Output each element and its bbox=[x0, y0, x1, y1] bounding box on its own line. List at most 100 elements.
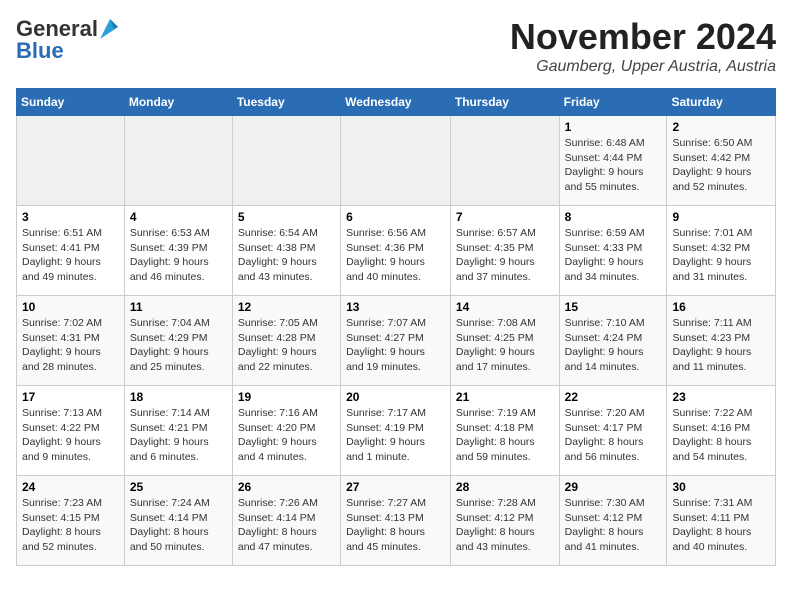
calendar-cell: 8 Sunrise: 6:59 AM Sunset: 4:33 PM Daylig… bbox=[559, 206, 667, 296]
day-info: Sunrise: 7:26 AM Sunset: 4:14 PM Dayligh… bbox=[238, 496, 335, 555]
day-number: 26 bbox=[238, 480, 335, 494]
day-info: Sunrise: 7:19 AM Sunset: 4:18 PM Dayligh… bbox=[456, 406, 554, 465]
calendar-cell: 1 Sunrise: 6:48 AM Sunset: 4:44 PM Daylig… bbox=[559, 116, 667, 206]
calendar-cell: 10 Sunrise: 7:02 AM Sunset: 4:31 PM Dayli… bbox=[17, 296, 125, 386]
calendar-table: SundayMondayTuesdayWednesdayThursdayFrid… bbox=[16, 88, 776, 566]
day-number: 22 bbox=[565, 390, 662, 404]
day-number: 1 bbox=[565, 120, 662, 134]
title-block: November 2024 Gaumberg, Upper Austria, A… bbox=[510, 16, 776, 76]
day-info: Sunrise: 7:11 AM Sunset: 4:23 PM Dayligh… bbox=[672, 316, 770, 375]
calendar-cell: 21 Sunrise: 7:19 AM Sunset: 4:18 PM Dayli… bbox=[450, 386, 559, 476]
calendar-cell: 22 Sunrise: 7:20 AM Sunset: 4:17 PM Dayli… bbox=[559, 386, 667, 476]
day-number: 5 bbox=[238, 210, 335, 224]
day-info: Sunrise: 6:51 AM Sunset: 4:41 PM Dayligh… bbox=[22, 226, 119, 285]
calendar-cell bbox=[232, 116, 340, 206]
day-number: 8 bbox=[565, 210, 662, 224]
day-number: 18 bbox=[130, 390, 227, 404]
header-saturday: Saturday bbox=[667, 89, 776, 116]
day-number: 4 bbox=[130, 210, 227, 224]
day-number: 23 bbox=[672, 390, 770, 404]
day-number: 14 bbox=[456, 300, 554, 314]
calendar-cell: 18 Sunrise: 7:14 AM Sunset: 4:21 PM Dayli… bbox=[124, 386, 232, 476]
month-title: November 2024 bbox=[510, 16, 776, 58]
day-number: 3 bbox=[22, 210, 119, 224]
calendar-cell: 9Sunrise: 7:01 AM Sunset: 4:32 PM Daylig… bbox=[667, 206, 776, 296]
header-row: SundayMondayTuesdayWednesdayThursdayFrid… bbox=[17, 89, 776, 116]
calendar-cell: 16Sunrise: 7:11 AM Sunset: 4:23 PM Dayli… bbox=[667, 296, 776, 386]
day-number: 25 bbox=[130, 480, 227, 494]
location: Gaumberg, Upper Austria, Austria bbox=[510, 58, 776, 76]
calendar-cell: 14Sunrise: 7:08 AM Sunset: 4:25 PM Dayli… bbox=[450, 296, 559, 386]
calendar-cell bbox=[341, 116, 451, 206]
day-number: 24 bbox=[22, 480, 119, 494]
day-number: 6 bbox=[346, 210, 445, 224]
day-number: 30 bbox=[672, 480, 770, 494]
day-info: Sunrise: 7:24 AM Sunset: 4:14 PM Dayligh… bbox=[130, 496, 227, 555]
calendar-cell: 3 Sunrise: 6:51 AM Sunset: 4:41 PM Daylig… bbox=[17, 206, 125, 296]
day-number: 20 bbox=[346, 390, 445, 404]
calendar-cell: 29Sunrise: 7:30 AM Sunset: 4:12 PM Dayli… bbox=[559, 476, 667, 566]
week-row-2: 3 Sunrise: 6:51 AM Sunset: 4:41 PM Daylig… bbox=[17, 206, 776, 296]
calendar-cell: 2 Sunrise: 6:50 AM Sunset: 4:42 PM Daylig… bbox=[667, 116, 776, 206]
day-info: Sunrise: 6:57 AM Sunset: 4:35 PM Dayligh… bbox=[456, 226, 554, 285]
day-info: Sunrise: 7:16 AM Sunset: 4:20 PM Dayligh… bbox=[238, 406, 335, 465]
day-number: 13 bbox=[346, 300, 445, 314]
calendar-cell: 7 Sunrise: 6:57 AM Sunset: 4:35 PM Daylig… bbox=[450, 206, 559, 296]
day-info: Sunrise: 7:07 AM Sunset: 4:27 PM Dayligh… bbox=[346, 316, 445, 375]
day-info: Sunrise: 7:17 AM Sunset: 4:19 PM Dayligh… bbox=[346, 406, 445, 465]
day-info: Sunrise: 7:27 AM Sunset: 4:13 PM Dayligh… bbox=[346, 496, 445, 555]
day-number: 17 bbox=[22, 390, 119, 404]
day-number: 7 bbox=[456, 210, 554, 224]
day-info: Sunrise: 7:02 AM Sunset: 4:31 PM Dayligh… bbox=[22, 316, 119, 375]
day-info: Sunrise: 6:50 AM Sunset: 4:42 PM Dayligh… bbox=[672, 136, 770, 195]
calendar-cell: 20 Sunrise: 7:17 AM Sunset: 4:19 PM Dayli… bbox=[341, 386, 451, 476]
day-number: 11 bbox=[130, 300, 227, 314]
logo-bird-icon bbox=[100, 19, 118, 39]
week-row-4: 17 Sunrise: 7:13 AM Sunset: 4:22 PM Dayli… bbox=[17, 386, 776, 476]
calendar-cell bbox=[17, 116, 125, 206]
day-number: 12 bbox=[238, 300, 335, 314]
day-info: Sunrise: 6:54 AM Sunset: 4:38 PM Dayligh… bbox=[238, 226, 335, 285]
calendar-cell: 27 Sunrise: 7:27 AM Sunset: 4:13 PM Dayli… bbox=[341, 476, 451, 566]
calendar-cell: 6Sunrise: 6:56 AM Sunset: 4:36 PM Daylig… bbox=[341, 206, 451, 296]
calendar-cell: 24 Sunrise: 7:23 AM Sunset: 4:15 PM Dayli… bbox=[17, 476, 125, 566]
calendar-cell: 11Sunrise: 7:04 AM Sunset: 4:29 PM Dayli… bbox=[124, 296, 232, 386]
page-header: General Blue November 2024 Gaumberg, Upp… bbox=[16, 16, 776, 76]
day-number: 15 bbox=[565, 300, 662, 314]
calendar-cell: 19Sunrise: 7:16 AM Sunset: 4:20 PM Dayli… bbox=[232, 386, 340, 476]
day-number: 27 bbox=[346, 480, 445, 494]
calendar-cell: 12 Sunrise: 7:05 AM Sunset: 4:28 PM Dayli… bbox=[232, 296, 340, 386]
day-info: Sunrise: 7:05 AM Sunset: 4:28 PM Dayligh… bbox=[238, 316, 335, 375]
day-info: Sunrise: 7:23 AM Sunset: 4:15 PM Dayligh… bbox=[22, 496, 119, 555]
logo: General Blue bbox=[16, 16, 118, 64]
day-number: 21 bbox=[456, 390, 554, 404]
header-monday: Monday bbox=[124, 89, 232, 116]
day-number: 28 bbox=[456, 480, 554, 494]
calendar-cell bbox=[450, 116, 559, 206]
day-number: 2 bbox=[672, 120, 770, 134]
day-info: Sunrise: 7:30 AM Sunset: 4:12 PM Dayligh… bbox=[565, 496, 662, 555]
header-thursday: Thursday bbox=[450, 89, 559, 116]
day-info: Sunrise: 7:31 AM Sunset: 4:11 PM Dayligh… bbox=[672, 496, 770, 555]
calendar-cell: 17 Sunrise: 7:13 AM Sunset: 4:22 PM Dayli… bbox=[17, 386, 125, 476]
day-info: Sunrise: 7:13 AM Sunset: 4:22 PM Dayligh… bbox=[22, 406, 119, 465]
day-info: Sunrise: 6:48 AM Sunset: 4:44 PM Dayligh… bbox=[565, 136, 662, 195]
day-info: Sunrise: 7:14 AM Sunset: 4:21 PM Dayligh… bbox=[130, 406, 227, 465]
logo-blue: Blue bbox=[16, 38, 64, 64]
week-row-1: 1 Sunrise: 6:48 AM Sunset: 4:44 PM Daylig… bbox=[17, 116, 776, 206]
day-info: Sunrise: 6:53 AM Sunset: 4:39 PM Dayligh… bbox=[130, 226, 227, 285]
day-info: Sunrise: 7:10 AM Sunset: 4:24 PM Dayligh… bbox=[565, 316, 662, 375]
day-info: Sunrise: 6:59 AM Sunset: 4:33 PM Dayligh… bbox=[565, 226, 662, 285]
day-info: Sunrise: 7:28 AM Sunset: 4:12 PM Dayligh… bbox=[456, 496, 554, 555]
calendar-cell: 5 Sunrise: 6:54 AM Sunset: 4:38 PM Daylig… bbox=[232, 206, 340, 296]
calendar-cell: 28 Sunrise: 7:28 AM Sunset: 4:12 PM Dayli… bbox=[450, 476, 559, 566]
day-info: Sunrise: 7:22 AM Sunset: 4:16 PM Dayligh… bbox=[672, 406, 770, 465]
header-tuesday: Tuesday bbox=[232, 89, 340, 116]
calendar-cell: 4 Sunrise: 6:53 AM Sunset: 4:39 PM Daylig… bbox=[124, 206, 232, 296]
day-info: Sunrise: 7:20 AM Sunset: 4:17 PM Dayligh… bbox=[565, 406, 662, 465]
calendar-cell: 23 Sunrise: 7:22 AM Sunset: 4:16 PM Dayli… bbox=[667, 386, 776, 476]
header-sunday: Sunday bbox=[17, 89, 125, 116]
week-row-3: 10 Sunrise: 7:02 AM Sunset: 4:31 PM Dayli… bbox=[17, 296, 776, 386]
calendar-cell bbox=[124, 116, 232, 206]
day-number: 10 bbox=[22, 300, 119, 314]
